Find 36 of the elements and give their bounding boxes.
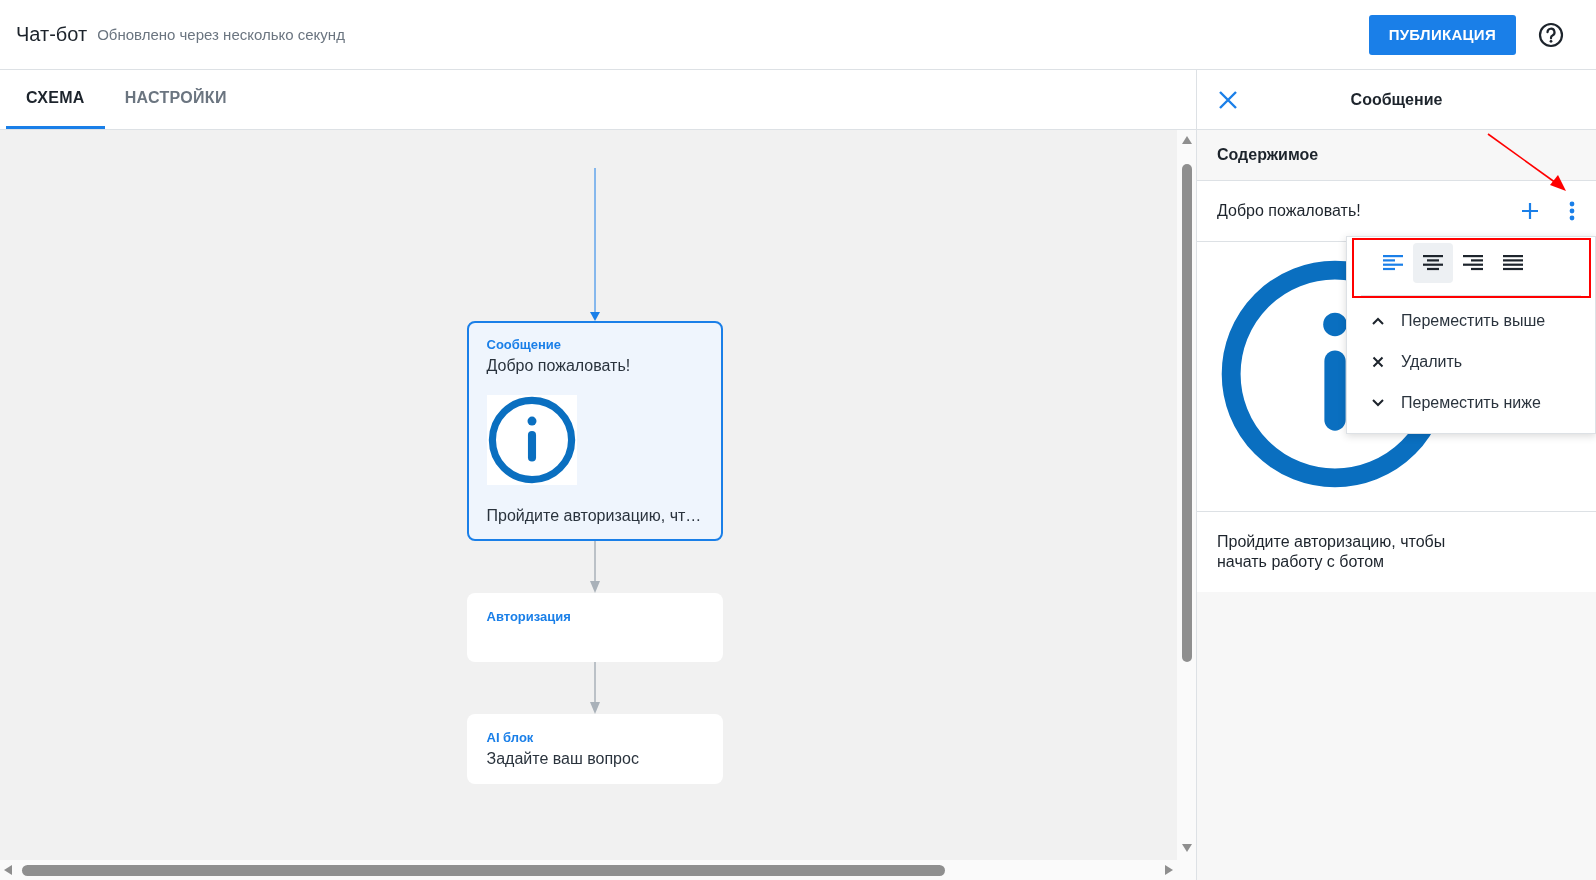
node-caption: Пройдите авторизацию, чт… xyxy=(486,507,703,525)
node-type: Сообщение xyxy=(486,337,563,352)
node-type: Авторизация xyxy=(486,609,572,624)
plus-icon[interactable] xyxy=(1521,202,1539,220)
menu-item[interactable]: Переместить выше xyxy=(1401,311,1546,330)
content-item-text: Добро пожаловать! xyxy=(1217,202,1362,220)
scrollbar-thumb[interactable] xyxy=(1181,164,1192,662)
flow-node[interactable]: Сообщение Добро пожаловать! Пройдите авторизацию, чт… xyxy=(466,321,723,541)
flow-node[interactable]: AI блок Задайте ваш вопрос xyxy=(466,714,723,784)
scroll-up-icon[interactable] xyxy=(1181,136,1192,144)
connector-arrow xyxy=(589,541,600,593)
align-center-button[interactable] xyxy=(1413,243,1453,283)
close-icon[interactable] xyxy=(1371,354,1385,369)
publish-button[interactable]: ПУБЛИКАЦИЯ xyxy=(1368,14,1516,55)
help-icon[interactable] xyxy=(1538,21,1564,48)
tab[interactable]: НАСТРОЙКИ xyxy=(104,70,247,129)
scrollbar-thumb[interactable] xyxy=(22,864,945,876)
scroll-down-icon[interactable] xyxy=(1181,844,1192,852)
scroll-right-icon[interactable] xyxy=(1165,865,1173,875)
align-center-icon xyxy=(1423,255,1443,271)
align-left-icon xyxy=(1383,255,1403,271)
node-type: AI блок xyxy=(486,730,535,745)
scroll-left-icon[interactable] xyxy=(4,865,12,875)
node-text: Добро пожаловать! xyxy=(486,357,632,375)
align-justify-icon xyxy=(1503,255,1523,271)
menu-item[interactable]: Переместить ниже xyxy=(1401,393,1541,412)
app-title: Чат-бот xyxy=(16,23,88,46)
align-right-icon xyxy=(1463,255,1483,271)
menu-item[interactable]: Удалить xyxy=(1401,352,1463,371)
node-text: Задайте ваш вопрос xyxy=(486,750,640,768)
body-text: Пройдите авторизацию, чтобы начать работу с ботом xyxy=(1217,532,1447,572)
connector-arrow xyxy=(589,662,600,714)
more-icon[interactable] xyxy=(1569,201,1575,221)
panel-title: Сообщение xyxy=(1349,90,1444,109)
flow-node[interactable]: Авторизация xyxy=(466,593,723,662)
save-status: Обновлено через несколько секунд xyxy=(97,26,345,43)
